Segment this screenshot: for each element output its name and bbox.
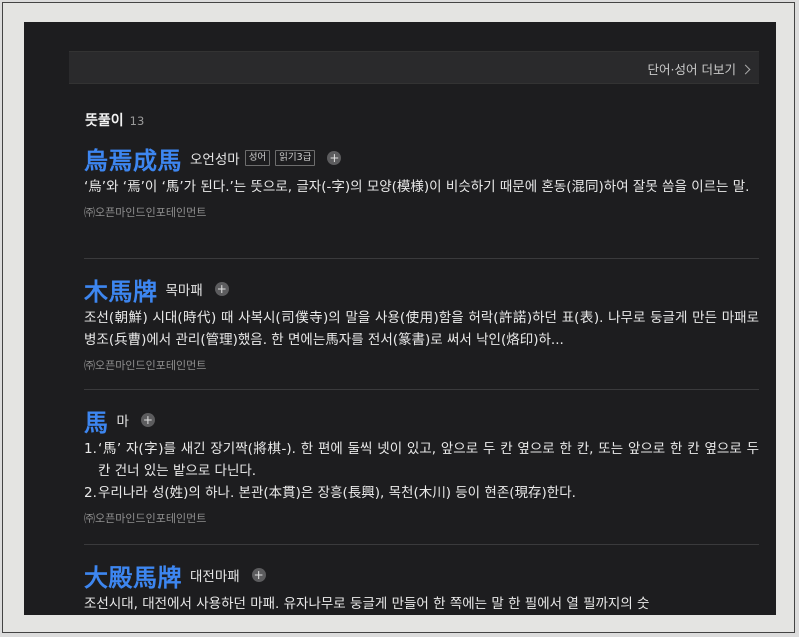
definition-number: 2. — [84, 485, 97, 501]
plus-circle-icon[interactable]: + — [140, 413, 155, 427]
more-words-label: 단어·성어 더보기 — [647, 62, 736, 77]
chevron-right-icon — [740, 64, 751, 74]
definition-item: 2. 우리나라 성(姓)의 하나. 본관(本貫)은 장흥(長興), 목천(木川)… — [84, 482, 759, 504]
definition-list: 1. ‘馬’ 자(字)를 새긴 장기짝(將棋-). 한 편에 둘씩 넷이 있고,… — [84, 438, 759, 504]
divider — [84, 258, 759, 259]
result-count: 13 — [129, 114, 145, 128]
definition-item: 1. ‘馬’ 자(字)를 새긴 장기짝(將棋-). 한 편에 둘씩 넷이 있고,… — [84, 438, 759, 482]
entry-source: ㈜오픈마인드인포테인먼트 — [84, 512, 207, 525]
tag-idiom: 성어 — [244, 150, 271, 166]
entry-head: 馬 마 + — [84, 403, 759, 438]
entry-source: ㈜오픈마인드인포테인먼트 — [84, 359, 207, 372]
entry-hanja-link[interactable]: 烏焉成馬 — [84, 141, 182, 176]
section-header: 뜻풀이 13 — [85, 110, 144, 130]
definition-text: 우리나라 성(姓)의 하나. 본관(本貫)은 장흥(長興), 목천(木川) 등이… — [98, 485, 576, 501]
plus-circle-icon[interactable]: + — [251, 568, 266, 582]
entry-head: 大殿馬牌 대전마패 + — [84, 558, 759, 593]
entry-reading: 마 — [116, 414, 129, 430]
entry-definition: ‘烏’와 ‘焉’이 ‘馬’가 된다.’는 뜻으로, 글자(-字)의 모양(模様)… — [84, 179, 750, 195]
divider — [84, 544, 759, 545]
entry-ma: 馬 마 + 1. ‘馬’ 자(字)를 새긴 장기짝(將棋-). 한 편에 둘씩 … — [84, 405, 759, 526]
entry-definition: 조선(朝鮮) 시대(時代) 때 사복시(司僕寺)의 말을 사용(使用)함을 허락… — [84, 310, 759, 348]
section-title: 뜻풀이 — [85, 113, 124, 129]
entry-daejeonmapae: 大殿馬牌 대전마패 + 조선시대, 대전에서 사용하던 마패. 유자나무로 둥글… — [84, 560, 759, 615]
tag-reading-level: 읽기3급 — [275, 150, 316, 166]
entry-definition: 조선시대, 대전에서 사용하던 마패. 유자나무로 둥글게 만들어 한 쪽에는 … — [84, 596, 650, 612]
dictionary-panel: 단어·성어 더보기 뜻풀이 13 烏焉成馬 오언성마 성어 읽기3급 + ‘烏’… — [24, 22, 776, 615]
entry-head: 木馬牌 목마패 + — [84, 272, 759, 307]
entry-hanja-link[interactable]: 馬 — [84, 403, 109, 438]
plus-circle-icon[interactable]: + — [214, 282, 229, 296]
entry-hanja-link[interactable]: 大殿馬牌 — [84, 558, 182, 593]
entry-reading: 오언성마 — [190, 152, 240, 168]
entry-head: 烏焉成馬 오언성마 성어 읽기3급 + — [84, 141, 759, 176]
entry-mokmapae: 木馬牌 목마패 + 조선(朝鮮) 시대(時代) 때 사복시(司僕寺)의 말을 사… — [84, 274, 759, 373]
entry-reading: 대전마패 — [190, 569, 240, 585]
entry-ooneonseongma: 烏焉成馬 오언성마 성어 읽기3급 + ‘烏’와 ‘焉’이 ‘馬’가 된다.’는… — [84, 143, 759, 220]
entry-reading: 목마패 — [165, 283, 203, 299]
more-words-link[interactable]: 단어·성어 더보기 — [647, 59, 751, 78]
entry-hanja-link[interactable]: 木馬牌 — [84, 272, 158, 307]
definition-number: 1. — [84, 441, 97, 457]
definition-text: ‘馬’ 자(字)를 새긴 장기짝(將棋-). 한 편에 둘씩 넷이 있고, 앞으… — [98, 441, 759, 479]
more-words-bar: 단어·성어 더보기 — [69, 51, 759, 84]
entry-source: ㈜오픈마인드인포테인먼트 — [84, 206, 207, 219]
divider — [84, 389, 759, 390]
plus-circle-icon[interactable]: + — [327, 151, 342, 165]
